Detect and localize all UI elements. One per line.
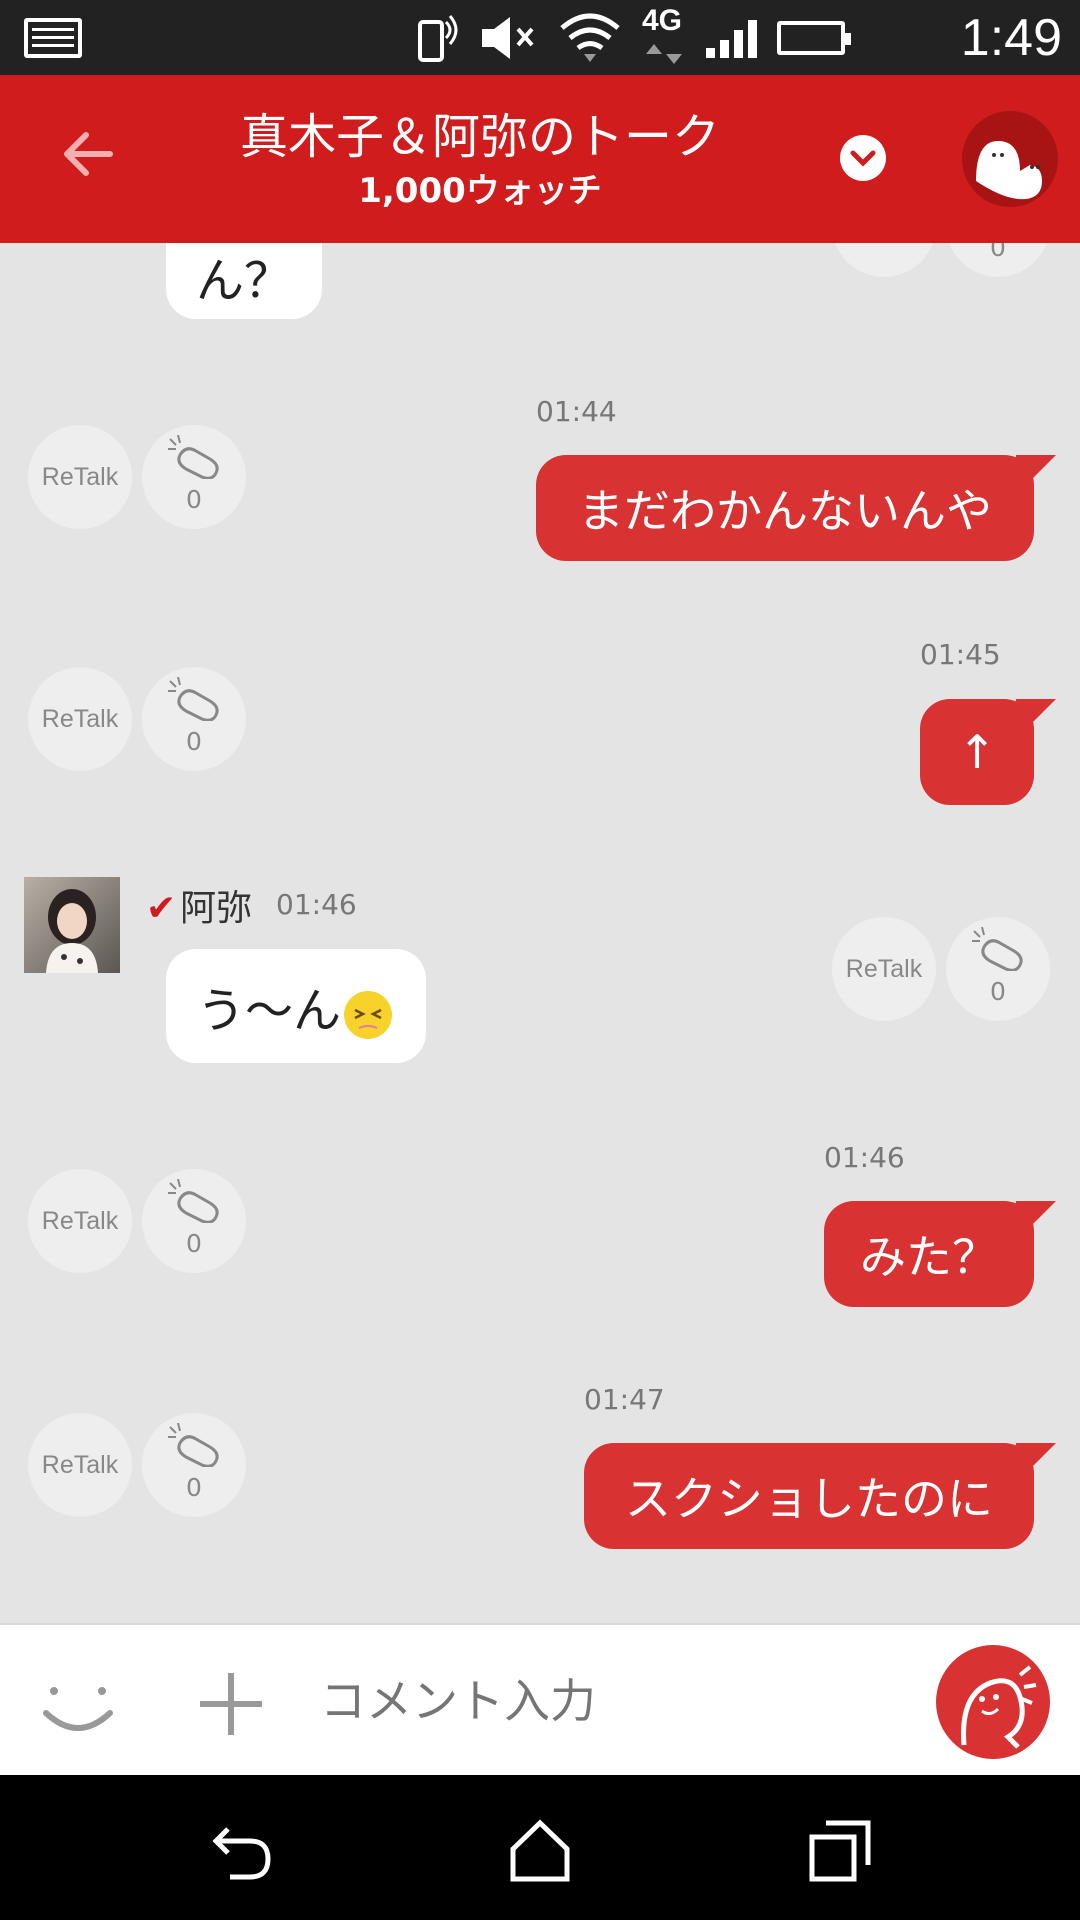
plus-icon[interactable] (196, 1669, 266, 1739)
shout-button[interactable] (936, 1645, 1050, 1759)
clap-count: 0 (186, 727, 202, 756)
app-bar: 真木子＆阿弥のトーク 1,000ウォッチ (0, 75, 1080, 243)
message-bubble[interactable]: う〜ん (166, 949, 426, 1063)
dropdown-button[interactable] (840, 135, 886, 181)
status-clock: 1:49 (960, 9, 1062, 67)
status-icons: 4G (414, 4, 851, 66)
wifi-icon (560, 13, 620, 62)
retalk-button[interactable]: ReTalk (28, 425, 132, 529)
troubled-face-emoji-icon (344, 991, 392, 1039)
watch-count: 1,000ウォッチ (358, 171, 602, 211)
network-type-label: 4G (642, 4, 683, 37)
clap-button[interactable]: 0 (142, 667, 246, 771)
retalk-button[interactable]: ReTalk (28, 1169, 132, 1273)
message-text: まだわかんないんや (578, 484, 992, 538)
status-bar: 4G 1:49 (0, 0, 1080, 75)
message-bubble[interactable]: まだわかんないんや (536, 455, 1034, 561)
message-text: ん？ (195, 253, 292, 309)
message-time: 01:45 (920, 638, 1001, 671)
chevron-down-icon (850, 150, 876, 167)
clap-button[interactable]: 0 (946, 243, 1050, 277)
message-text: う〜ん (196, 983, 341, 1039)
send-shout-icon (961, 1665, 1037, 1749)
verified-check-icon: ✔ (146, 888, 177, 929)
message-text: ↑ (957, 725, 997, 779)
clap-count: 0 (990, 977, 1006, 1006)
clap-button[interactable]: 0 (142, 1169, 246, 1273)
sender-photo-image (46, 889, 98, 973)
message-time: 01:46 (824, 1141, 905, 1174)
message-text: みた？ (860, 1230, 998, 1284)
message-bubble[interactable]: スクショしたのに (584, 1443, 1034, 1549)
room-avatar[interactable] (962, 111, 1058, 207)
nav-home-icon[interactable] (505, 1815, 575, 1885)
comment-input[interactable] (320, 1661, 900, 1741)
message-time: 01:44 (536, 395, 617, 428)
clap-icon (168, 677, 219, 721)
clap-button[interactable]: 0 (142, 1413, 246, 1517)
nav-recents-icon[interactable] (806, 1815, 876, 1885)
message-bubble[interactable]: ん？ (166, 243, 322, 319)
clap-count: 0 (186, 485, 202, 514)
clap-count: 0 (990, 243, 1006, 262)
clap-icon (972, 927, 1023, 971)
phone-vibrate-icon (418, 15, 458, 62)
chat-area[interactable]: ん？ 0 01:44 まだわかんないんや ReTalk 0 01:45 ↑ Re… (0, 243, 1080, 1623)
message-time: 01:46 (276, 888, 357, 921)
comment-bar (0, 1623, 1080, 1775)
message-bubble[interactable]: みた？ (824, 1201, 1034, 1307)
battery-icon (777, 21, 851, 55)
retalk-button[interactable]: ReTalk (832, 917, 936, 1021)
message-time: 01:47 (584, 1383, 665, 1416)
system-nav-bar (0, 1775, 1080, 1920)
mute-icon (482, 17, 534, 59)
clap-button[interactable]: 0 (142, 425, 246, 529)
screenshot-notification-icon (24, 18, 82, 58)
clap-icon (168, 1179, 219, 1223)
clap-icon (168, 435, 219, 479)
page-title: 真木子＆阿弥のトーク (239, 109, 720, 165)
retalk-button[interactable]: ReTalk (28, 667, 132, 771)
clap-button[interactable]: 0 (946, 917, 1050, 1021)
clap-count: 0 (186, 1229, 202, 1258)
sender-name: 阿弥 (180, 888, 253, 929)
ghosts-avatar-icon (976, 141, 1042, 200)
back-arrow-icon[interactable] (58, 125, 116, 183)
retalk-button[interactable]: ReTalk (28, 1413, 132, 1517)
clap-icon (168, 1423, 219, 1467)
sender-name-row: ✔ 阿弥 (146, 879, 252, 931)
message-bubble[interactable]: ↑ (920, 699, 1034, 805)
retalk-button[interactable] (832, 243, 936, 277)
sender-avatar[interactable] (24, 877, 120, 973)
network-type-icon: 4G (642, 4, 686, 66)
nav-back-icon[interactable] (206, 1815, 276, 1885)
smiley-icon[interactable] (40, 1665, 116, 1741)
message-text: スクショしたのに (625, 1472, 993, 1526)
clap-count: 0 (186, 1473, 202, 1502)
signal-icon (706, 18, 757, 58)
